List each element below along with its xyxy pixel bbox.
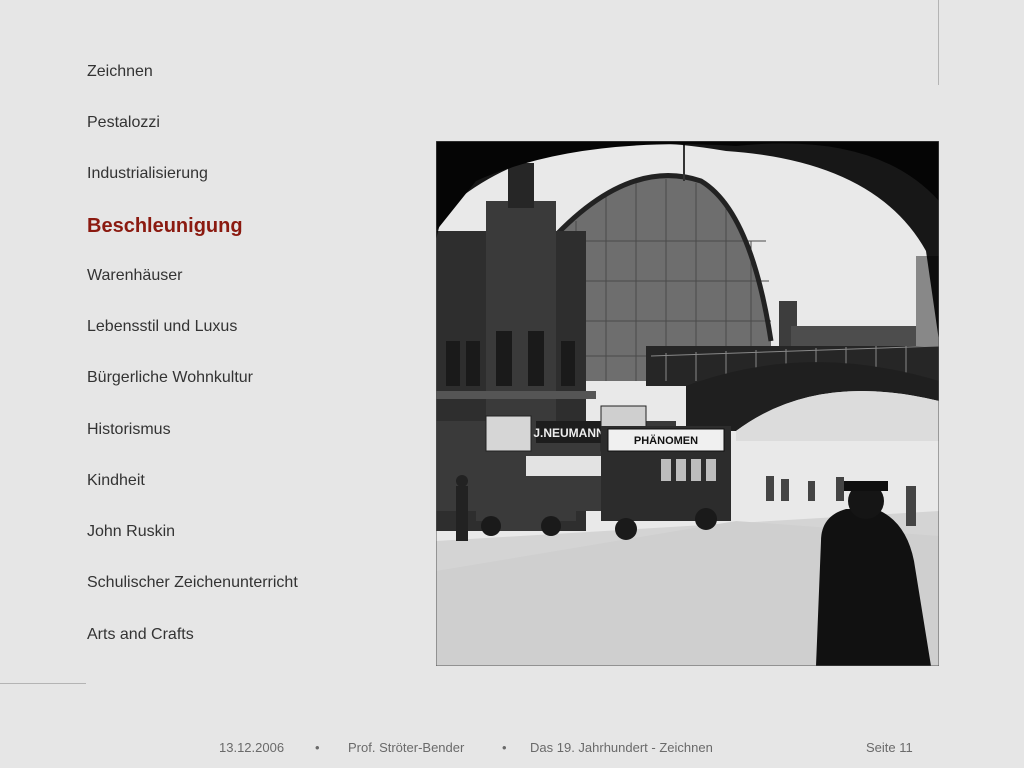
nav-item-john-ruskin[interactable]: John Ruskin xyxy=(87,522,175,542)
nav-item-beschleunigung[interactable]: Beschleunigung xyxy=(87,214,243,238)
horizontal-rule xyxy=(0,683,86,684)
nav-item-lebensstil-und-luxus[interactable]: Lebensstil und Luxus xyxy=(87,317,237,337)
topic-nav: Zeichnen Pestalozzi Industrialisierung B… xyxy=(87,0,417,680)
footer-date: 13.12.2006 xyxy=(219,740,285,755)
nav-item-buergerliche-wohnkultur[interactable]: Bürgerliche Wohnkultur xyxy=(87,368,253,388)
nav-item-warenhaeuser[interactable]: Warenhäuser xyxy=(87,266,182,286)
neumann-sign: J.NEUMANN xyxy=(533,426,604,440)
footer: 13.12.2006 • Prof. Ströter-Bender • Das … xyxy=(0,740,1024,758)
phanomen-sign: PHÄNOMEN xyxy=(634,434,698,447)
nav-item-arts-and-crafts[interactable]: Arts and Crafts xyxy=(87,625,194,645)
nav-item-industrialisierung[interactable]: Industrialisierung xyxy=(87,164,208,184)
footer-separator-1: • xyxy=(315,740,320,755)
nav-item-zeichnen[interactable]: Zeichnen xyxy=(87,62,153,82)
station-photo: J.NEUMANN PHÄNOMEN xyxy=(436,141,939,666)
station-photo-drawing: J.NEUMANN PHÄNOMEN xyxy=(436,141,939,666)
footer-page-number: Seite 11 xyxy=(866,740,913,755)
nav-item-kindheit[interactable]: Kindheit xyxy=(87,471,145,491)
vertical-rule xyxy=(938,0,939,85)
nav-item-schulischer-zeichenunterricht[interactable]: Schulischer Zeichenunterricht xyxy=(87,573,298,593)
nav-item-pestalozzi[interactable]: Pestalozzi xyxy=(87,113,160,133)
nav-item-historismus[interactable]: Historismus xyxy=(87,420,171,440)
footer-separator-2: • xyxy=(502,740,507,755)
footer-title: Das 19. Jahrhundert - Zeichnen xyxy=(530,740,713,755)
footer-author: Prof. Ströter-Bender xyxy=(348,740,465,755)
slide: Zeichnen Pestalozzi Industrialisierung B… xyxy=(0,0,1024,768)
